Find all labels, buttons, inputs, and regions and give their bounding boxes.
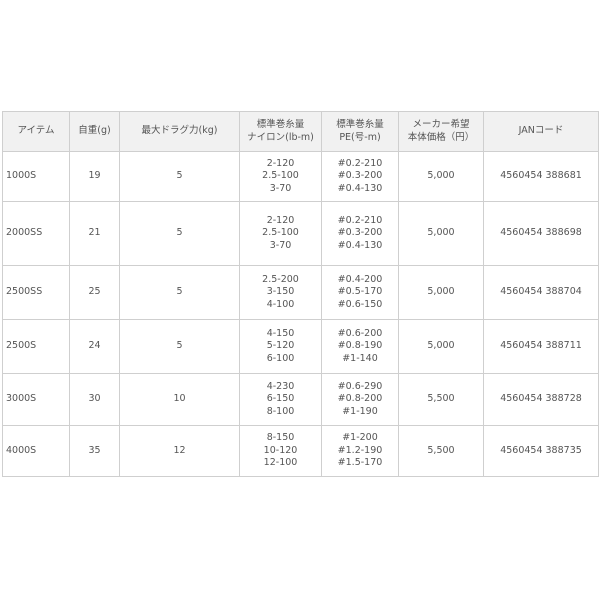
item-cell: 2000SS [2, 201, 70, 266]
col-header-weight: 自重(g) [69, 111, 120, 152]
nylon-capacity-cell-line: 12-100 [263, 457, 298, 469]
weight-cell: 25 [69, 265, 120, 320]
table-row: 4000S 35 12 8-150 10-120 12-100 #1-200 #1.2-190… [2, 425, 599, 477]
pe-capacity-cell-line: #0.4-130 [337, 182, 383, 194]
price-cell: 5,000 [398, 265, 484, 320]
table-row: 3000S 30 10 4-230 6-150 8-100 #0.6-290 #0.8-200… [2, 373, 599, 426]
table-row: 1000S 19 5 2-120 2.5-100 3-70 #0.2-210 #0.3-200… [2, 151, 599, 202]
max-drag-cell: 10 [119, 373, 240, 426]
pe-capacity-cell-line: #0.2-210 [337, 214, 383, 226]
weight-cell: 21 [69, 201, 120, 266]
col-header-pe-capacity: 標準巻糸量 PE(号-m) [321, 111, 399, 152]
col-header-item: アイテム [2, 111, 70, 152]
table-row: 2500S 24 5 4-150 5-120 6-100 #0.6-200 #0.8-190 #… [2, 319, 599, 374]
pe-capacity-cell-line: #0.6-200 [337, 327, 383, 339]
pe-capacity-cell-line: #0.8-200 [337, 393, 383, 405]
pe-capacity-cell-line: #0.5-170 [337, 286, 383, 298]
nylon-capacity-cell-line: 4-100 [266, 298, 295, 310]
col-header-price: メーカー希望 本体価格（円） [398, 111, 484, 152]
weight-cell: 19 [69, 151, 120, 202]
pe-capacity-cell-line: #0.6-150 [337, 298, 383, 310]
col-header-jan-code: JANコード [483, 111, 599, 152]
pe-capacity-cell-line: #0.3-200 [337, 170, 383, 182]
pe-capacity-cell-line: #1-140 [342, 352, 378, 364]
pe-capacity-cell: #0.2-210 #0.3-200 #0.4-130 [321, 201, 399, 266]
nylon-capacity-cell-line: 8-150 [266, 432, 295, 444]
pe-capacity-cell-line: #0.2-210 [337, 157, 383, 169]
weight-cell: 24 [69, 319, 120, 374]
nylon-capacity-cell-line: 2.5-100 [262, 227, 299, 239]
nylon-capacity-cell-line: 2.5-100 [262, 170, 299, 182]
item-cell: 4000S [2, 425, 70, 477]
pe-capacity-cell-line: #0.6-290 [337, 380, 383, 392]
jan-code-cell: 4560454 388704 [483, 265, 599, 320]
pe-capacity-cell-line: #1-190 [342, 405, 378, 417]
pe-capacity-cell-line: #0.3-200 [337, 227, 383, 239]
item-cell: 2500SS [2, 265, 70, 320]
table-row: 2000SS 21 5 2-120 2.5-100 3-70 #0.2-210 #0.3-20… [2, 201, 599, 266]
price-cell: 5,000 [398, 151, 484, 202]
pe-capacity-cell: #0.6-200 #0.8-190 #1-140 [321, 319, 399, 374]
pe-capacity-cell: #0.4-200 #0.5-170 #0.6-150 [321, 265, 399, 320]
col-header-nylon-capacity: 標準巻糸量 ナイロン(lb-m) [239, 111, 322, 152]
pe-capacity-cell-line: #1.2-190 [337, 444, 383, 456]
nylon-capacity-cell: 2-120 2.5-100 3-70 [239, 201, 322, 266]
nylon-capacity-cell-line: 2-120 [266, 157, 295, 169]
pe-capacity-cell-line: #1-200 [342, 432, 378, 444]
nylon-capacity-cell: 2.5-200 3-150 4-100 [239, 265, 322, 320]
table-header-row: アイテム 自重(g) 最大ドラグ力(kg) 標準巻糸量 ナイロン(lb-m) 標… [2, 111, 599, 152]
nylon-capacity-cell-line: 6-150 [266, 393, 295, 405]
max-drag-cell: 12 [119, 425, 240, 477]
nylon-capacity-cell: 8-150 10-120 12-100 [239, 425, 322, 477]
nylon-capacity-cell-line: 3-70 [269, 239, 292, 251]
max-drag-cell: 5 [119, 151, 240, 202]
nylon-capacity-cell: 2-120 2.5-100 3-70 [239, 151, 322, 202]
max-drag-cell: 5 [119, 201, 240, 266]
weight-cell: 35 [69, 425, 120, 477]
price-cell: 5,500 [398, 373, 484, 426]
price-cell: 5,000 [398, 201, 484, 266]
table-row: 2500SS 25 5 2.5-200 3-150 4-100 #0.4-200 #0.5-1… [2, 265, 599, 320]
nylon-capacity-cell-line: 4-150 [266, 327, 295, 339]
item-cell: 3000S [2, 373, 70, 426]
nylon-capacity-cell-line: 2-120 [266, 214, 295, 226]
col-header-max-drag: 最大ドラグ力(kg) [119, 111, 240, 152]
price-cell: 5,000 [398, 319, 484, 374]
nylon-capacity-cell: 4-230 6-150 8-100 [239, 373, 322, 426]
item-cell: 1000S [2, 151, 70, 202]
max-drag-cell: 5 [119, 319, 240, 374]
nylon-capacity-cell-line: 2.5-200 [262, 273, 299, 285]
pe-capacity-cell-line: #1.5-170 [337, 457, 383, 469]
nylon-capacity-cell-line: 4-230 [266, 380, 295, 392]
nylon-capacity-cell-line: 6-100 [266, 352, 295, 364]
item-cell: 2500S [2, 319, 70, 374]
nylon-capacity-cell-line: 5-120 [266, 340, 295, 352]
pe-capacity-cell-line: #0.4-130 [337, 239, 383, 251]
jan-code-cell: 4560454 388711 [483, 319, 599, 374]
pe-capacity-cell: #0.2-210 #0.3-200 #0.4-130 [321, 151, 399, 202]
nylon-capacity-cell-line: 8-100 [266, 405, 295, 417]
weight-cell: 30 [69, 373, 120, 426]
max-drag-cell: 5 [119, 265, 240, 320]
pe-capacity-cell: #0.6-290 #0.8-200 #1-190 [321, 373, 399, 426]
pe-capacity-cell-line: #0.4-200 [337, 273, 383, 285]
nylon-capacity-cell-line: 3-150 [266, 286, 295, 298]
nylon-capacity-cell: 4-150 5-120 6-100 [239, 319, 322, 374]
price-cell: 5,500 [398, 425, 484, 477]
pe-capacity-cell-line: #0.8-190 [337, 340, 383, 352]
nylon-capacity-cell-line: 3-70 [269, 182, 292, 194]
pe-capacity-cell: #1-200 #1.2-190 #1.5-170 [321, 425, 399, 477]
jan-code-cell: 4560454 388735 [483, 425, 599, 477]
jan-code-cell: 4560454 388728 [483, 373, 599, 426]
spec-table: アイテム 自重(g) 最大ドラグ力(kg) 標準巻糸量 ナイロン(lb-m) 標… [2, 111, 599, 477]
nylon-capacity-cell-line: 10-120 [263, 444, 298, 456]
jan-code-cell: 4560454 388681 [483, 151, 599, 202]
jan-code-cell: 4560454 388698 [483, 201, 599, 266]
